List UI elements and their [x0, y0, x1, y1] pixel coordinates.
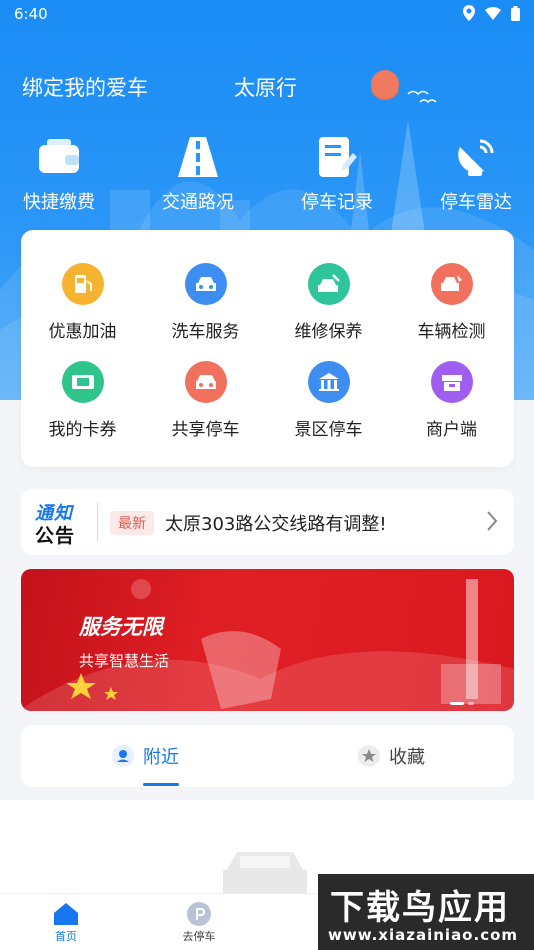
car-wash-icon — [195, 277, 216, 291]
tab-active-indicator — [143, 783, 179, 786]
parking-radar-button[interactable]: 停车雷达 — [421, 132, 531, 214]
service-label: 车辆检测 — [417, 322, 486, 342]
quick-pay-button[interactable]: 快捷缴费 — [4, 132, 114, 214]
clock: 6:40 — [14, 5, 48, 23]
star-icon — [358, 745, 380, 767]
car-repair-icon — [317, 274, 340, 292]
nav-home-label: 首页 — [55, 930, 77, 943]
tab-favorites[interactable]: 收藏 — [357, 743, 425, 769]
chevron-right-icon[interactable] — [486, 509, 498, 533]
location-person-icon — [112, 745, 134, 767]
notice-logo-bottom: 公告 — [35, 525, 76, 547]
notice-divider — [97, 503, 98, 541]
service-label: 维修保养 — [294, 322, 363, 342]
scenic-parking-icon — [318, 373, 339, 391]
service-repair[interactable]: 维修保养 — [267, 263, 390, 342]
service-fuel[interactable]: 优惠加油 — [21, 263, 144, 342]
car-inspection-icon — [440, 275, 462, 291]
parking-icon — [187, 902, 211, 926]
service-label: 商户端 — [426, 420, 477, 440]
nav-go-parking[interactable]: 去停车 — [159, 900, 239, 944]
tab-bar: 附近 收藏 — [21, 725, 514, 787]
promo-banner[interactable]: 服务无限 共享智慧生活 — [21, 569, 514, 711]
traffic-button[interactable]: 交通路况 — [143, 132, 253, 214]
parking-record-button[interactable]: 停车记录 — [282, 132, 392, 214]
wallet-icon — [39, 139, 79, 173]
city-title: 太原行 — [234, 76, 297, 100]
radar-dish-icon — [458, 139, 494, 176]
location-icon — [463, 5, 475, 21]
banner-title: 服务无限 — [79, 615, 163, 639]
road-icon — [178, 137, 218, 177]
service-coupons[interactable]: 我的卡券 — [21, 361, 144, 440]
service-car-wash[interactable]: 洗车服务 — [144, 263, 267, 342]
service-label: 共享停车 — [171, 420, 240, 440]
bind-car-link[interactable]: 绑定我的爱车 — [22, 72, 148, 102]
parking-radar-label: 停车雷达 — [440, 192, 512, 213]
status-bar: 6:40 — [0, 0, 534, 28]
document-edit-icon — [319, 137, 357, 177]
merchant-icon — [441, 375, 462, 391]
car-placeholder-icon — [223, 852, 307, 895]
nav-go-parking-label: 去停车 — [182, 930, 216, 943]
tab-nearby[interactable]: 附近 — [111, 743, 179, 769]
home-icon — [54, 903, 78, 925]
traffic-label: 交通路况 — [162, 192, 234, 213]
service-shared-parking[interactable]: 共享停车 — [144, 361, 267, 440]
service-inspection[interactable]: 车辆检测 — [390, 263, 513, 342]
service-scenic-parking[interactable]: 景区停车 — [267, 361, 390, 440]
watermark: 下载鸟应用 www.xiazainiao.com — [318, 874, 534, 950]
service-label: 优惠加油 — [48, 322, 117, 342]
quick-actions: 快捷缴费 交通路况 停车记录 停车雷达 — [0, 132, 534, 222]
parking-record-label: 停车记录 — [301, 192, 373, 213]
quick-pay-label: 快捷缴费 — [23, 192, 95, 213]
service-merchant[interactable]: 商户端 — [390, 361, 513, 440]
battery-icon — [511, 5, 520, 21]
notice-new-badge: 最新 — [110, 511, 154, 535]
services-card: 优惠加油 洗车服务 维修保养 车辆检测 我的卡券 共享停车 景区停车 商户端 — [21, 230, 514, 467]
service-label: 洗车服务 — [171, 322, 240, 342]
watermark-title: 下载鸟应用 — [330, 888, 510, 928]
shared-parking-icon — [195, 375, 216, 389]
banner-subtitle: 共享智慧生活 — [79, 652, 170, 670]
coupon-icon — [71, 375, 94, 389]
service-label: 我的卡券 — [48, 420, 117, 440]
carousel-dots — [450, 702, 474, 705]
fuel-pump-icon — [74, 275, 92, 293]
service-label: 景区停车 — [294, 420, 363, 440]
wifi-icon — [485, 7, 501, 20]
notice-text[interactable]: 太原303路公交线路有调整! — [165, 510, 387, 536]
sun-birds-decoration — [371, 70, 437, 104]
nav-home[interactable]: 首页 — [26, 900, 106, 944]
tab-nearby-label: 附近 — [143, 747, 179, 768]
tab-favorites-label: 收藏 — [389, 747, 425, 768]
watermark-url: www.xiazainiao.com — [328, 926, 519, 944]
notice-bar[interactable]: 通知 公告 最新 太原303路公交线路有调整! — [21, 489, 514, 555]
